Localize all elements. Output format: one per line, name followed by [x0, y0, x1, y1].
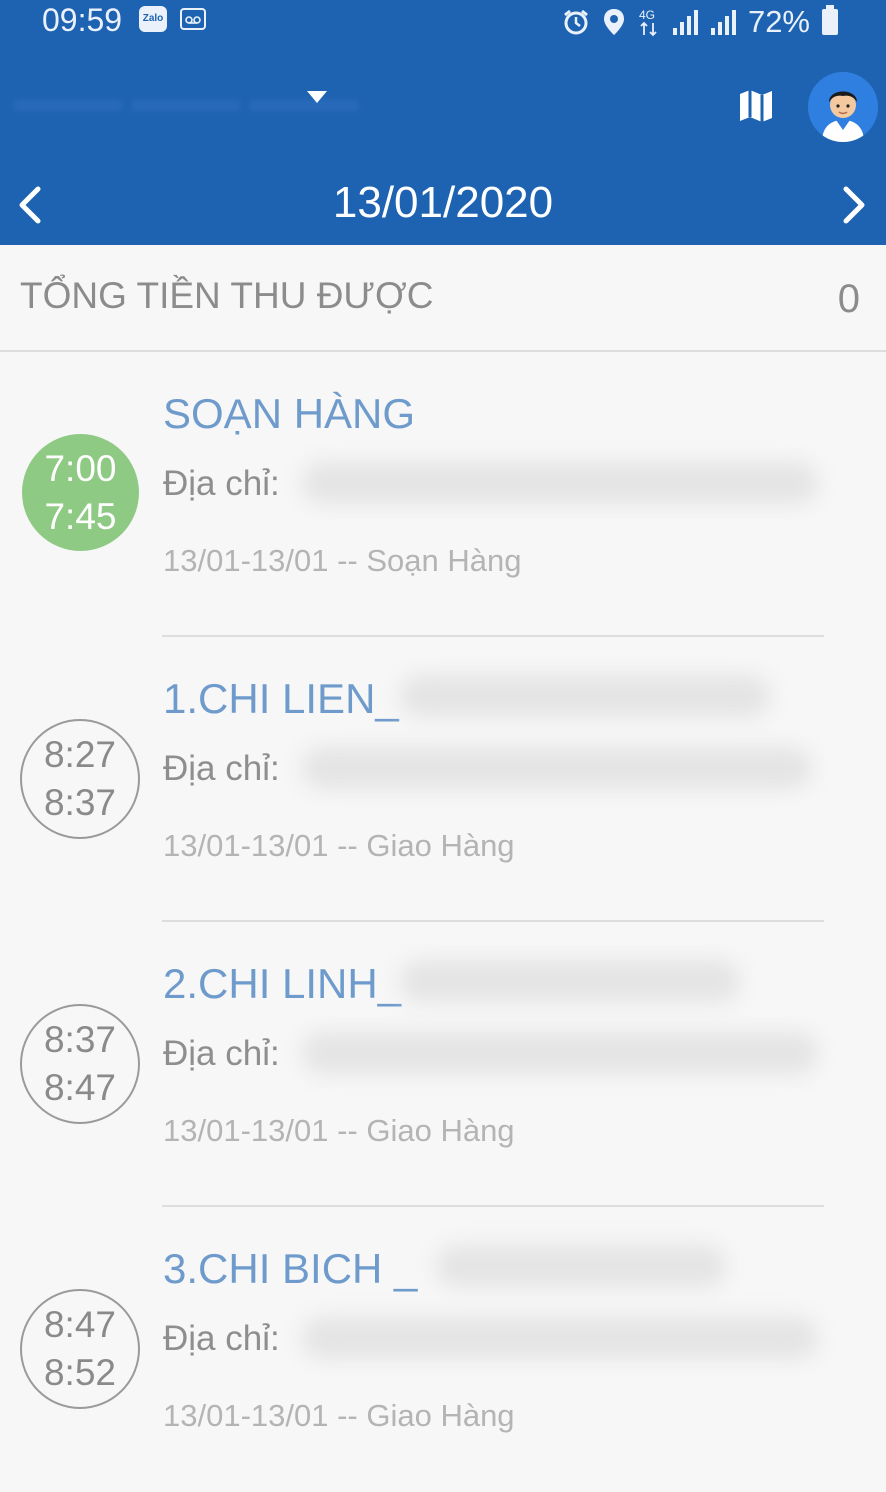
address-label: Địa chỉ: — [163, 749, 280, 788]
task-list: 7:00 7:45 SOẠN HÀNG Địa chỉ: 13/01-13/01… — [0, 352, 886, 1492]
address-label: Địa chỉ: — [163, 464, 280, 503]
end-time: 8:52 — [43, 1352, 116, 1393]
time-badge: 8:37 8:47 — [20, 1004, 140, 1124]
battery-percent: 72% — [747, 4, 810, 39]
item-meta: 13/01-13/01 -- Soạn Hàng — [163, 543, 522, 578]
next-date-icon[interactable] — [832, 182, 872, 228]
start-time: 7:00 — [44, 447, 117, 489]
time-badge: 7:00 7:45 — [22, 434, 139, 551]
voicemail-icon — [180, 8, 206, 30]
signal-icon — [710, 10, 736, 35]
total-collected-label: TỔNG TIỀN THU ĐƯỢC — [20, 275, 434, 316]
redacted-customer-name — [400, 960, 740, 1002]
address-label: Địa chỉ: — [163, 1319, 280, 1358]
4g-icon: 4G — [639, 8, 657, 37]
end-time: 8:47 — [43, 1067, 116, 1108]
redacted-customer-name — [436, 1245, 726, 1287]
system-status: 4G 72% — [562, 4, 838, 40]
redacted-address — [302, 1317, 818, 1359]
item-title: 2.CHI LINH_ — [163, 960, 402, 1007]
total-collected-value: 0 — [837, 277, 860, 321]
start-time: 8:27 — [43, 734, 116, 775]
redacted-address — [302, 747, 812, 789]
redacted-customer-name — [400, 675, 770, 717]
time-badge: 8:47 8:52 — [20, 1289, 140, 1409]
alarm-icon — [564, 9, 588, 35]
list-item[interactable]: 8:47 8:52 3.CHI BICH _ Địa chỉ: 13/01-13… — [0, 1207, 886, 1492]
list-item[interactable]: 7:00 7:45 SOẠN HÀNG Địa chỉ: 13/01-13/01… — [0, 352, 886, 637]
location-icon — [603, 9, 624, 35]
selected-date[interactable]: 13/01/2020 — [243, 178, 643, 228]
start-time: 8:47 — [43, 1304, 116, 1345]
previous-date-icon[interactable] — [12, 182, 52, 228]
end-time: 7:45 — [44, 495, 117, 537]
total-collected-row: TỔNG TIỀN THU ĐƯỢC 0 — [0, 245, 886, 352]
item-title: 3.CHI BICH _ — [163, 1245, 418, 1292]
end-time: 8:37 — [43, 782, 116, 823]
status-time: 09:59 — [42, 2, 123, 38]
redacted-address — [302, 1032, 818, 1074]
time-badge: 8:27 8:37 — [20, 719, 140, 839]
svg-text:4G: 4G — [639, 8, 655, 22]
avatar[interactable] — [808, 72, 878, 142]
battery-icon — [822, 5, 838, 35]
redacted-address — [302, 462, 818, 504]
item-title: 1.CHI LIEN_ — [163, 675, 399, 722]
item-meta: 13/01-13/01 -- Giao Hàng — [163, 1398, 515, 1433]
user-avatar-icon — [808, 72, 878, 142]
app-bar: 09:59 Zalo 4G 72% ▬▬▬ ▬▬▬ ▬▬▬ 13/01/2020 — [0, 0, 886, 245]
address-label: Địa chỉ: — [163, 1034, 280, 1073]
map-icon[interactable] — [736, 86, 776, 126]
list-item[interactable]: 8:27 8:37 1.CHI LIEN_ Địa chỉ: 13/01-13/… — [0, 637, 886, 922]
item-meta: 13/01-13/01 -- Giao Hàng — [163, 1113, 515, 1148]
zalo-icon: Zalo — [139, 6, 167, 32]
status-bar: 09:59 Zalo 4G 72% — [0, 0, 886, 44]
start-time: 8:37 — [43, 1019, 116, 1060]
signal-icon — [672, 10, 698, 35]
list-item[interactable]: 8:37 8:47 2.CHI LINH_ Địa chỉ: 13/01-13/… — [0, 922, 886, 1207]
item-title: SOẠN HÀNG — [163, 390, 416, 437]
item-meta: 13/01-13/01 -- Giao Hàng — [163, 828, 515, 863]
dropdown-triangle-icon[interactable] — [306, 90, 328, 104]
